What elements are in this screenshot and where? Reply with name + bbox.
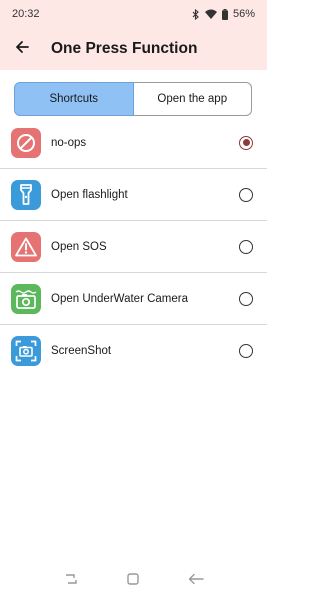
- app-bar: One Press Function: [0, 28, 267, 70]
- tab-shortcuts[interactable]: Shortcuts: [14, 82, 134, 116]
- battery-percent: 56%: [232, 8, 255, 20]
- radio-flashlight[interactable]: [239, 187, 253, 202]
- option-list: no-ops Open flashlight Open SOS Open Und…: [0, 117, 267, 377]
- option-sos[interactable]: Open SOS: [0, 221, 267, 273]
- option-screenshot[interactable]: ScreenShot: [0, 325, 267, 377]
- arrow-left-icon: [14, 39, 30, 60]
- option-label: Open flashlight: [51, 188, 128, 201]
- option-label: Open SOS: [51, 240, 107, 253]
- flashlight-icon: [11, 179, 41, 210]
- underwater-camera-icon: [11, 283, 41, 314]
- home-icon: [127, 572, 140, 590]
- radio-underwater-camera[interactable]: [239, 291, 253, 306]
- tab-group: Shortcuts Open the app: [14, 82, 252, 116]
- option-no-ops[interactable]: no-ops: [0, 117, 267, 169]
- home-button[interactable]: [118, 566, 148, 596]
- tab-open-the-app[interactable]: Open the app: [133, 82, 252, 116]
- status-time: 20:32: [12, 8, 40, 20]
- recents-icon: [64, 572, 78, 590]
- option-flashlight[interactable]: Open flashlight: [0, 169, 267, 221]
- option-label: no-ops: [51, 136, 87, 149]
- radio-screenshot[interactable]: [239, 344, 253, 358]
- option-label: ScreenShot: [51, 345, 112, 357]
- radio-no-ops[interactable]: [239, 135, 253, 150]
- radio-sos[interactable]: [239, 239, 253, 254]
- recents-button[interactable]: [56, 566, 86, 596]
- header: 20:32 56% One Press Function: [0, 0, 267, 70]
- option-underwater-camera[interactable]: Open UnderWater Camera: [0, 273, 267, 325]
- warning-icon: [11, 231, 41, 262]
- option-label: Open UnderWater Camera: [51, 292, 188, 305]
- status-icons: 56%: [192, 8, 255, 20]
- battery-icon: [221, 8, 228, 20]
- status-bar: 20:32 56%: [0, 0, 267, 28]
- back-button[interactable]: [2, 29, 42, 69]
- wifi-icon: [204, 9, 217, 19]
- system-nav-bar: [0, 562, 267, 600]
- screenshot-icon: [11, 336, 41, 366]
- nav-back-button[interactable]: [181, 566, 211, 596]
- page-title: One Press Function: [51, 40, 198, 57]
- no-entry-icon: [11, 127, 41, 158]
- bluetooth-icon: [192, 8, 200, 20]
- back-arrow-icon: [188, 572, 204, 590]
